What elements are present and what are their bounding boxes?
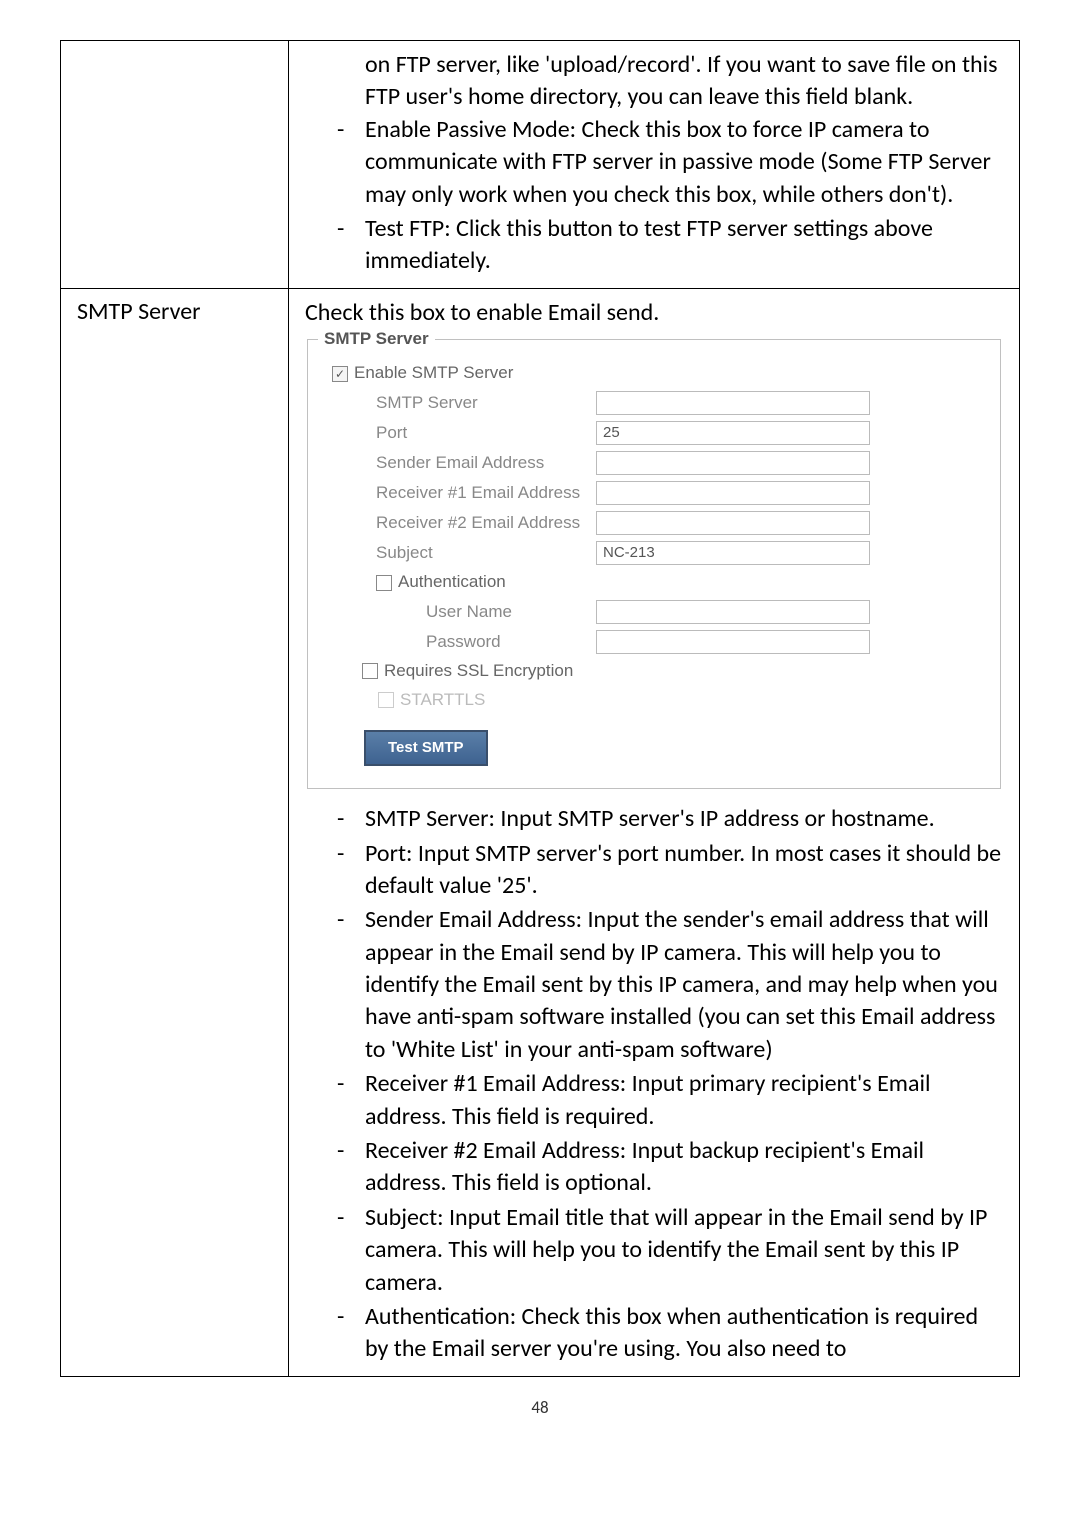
- bullet-sender: Sender Email Address: Input the sender's…: [337, 904, 1003, 1066]
- recv2-input[interactable]: [596, 511, 870, 535]
- ssl-checkbox[interactable]: [362, 663, 378, 679]
- auth-label: Authentication: [398, 571, 506, 594]
- row2-intro: Check this box to enable Email send.: [305, 297, 1003, 329]
- smtp-server-label: SMTP Server: [376, 392, 596, 415]
- ssl-row[interactable]: Requires SSL Encryption: [362, 660, 982, 683]
- bullet-recv1: Receiver #1 Email Address: Input primary…: [337, 1068, 1003, 1133]
- row1-left: [61, 41, 289, 289]
- user-label: User Name: [426, 601, 596, 624]
- page-number: 48: [60, 1377, 1020, 1418]
- row1-right: on FTP server, like 'upload/record'. If …: [289, 41, 1020, 289]
- recv1-input[interactable]: [596, 481, 870, 505]
- enable-smtp-row[interactable]: ✓ Enable SMTP Server: [332, 362, 982, 385]
- port-input[interactable]: 25: [596, 421, 870, 445]
- smtp-server-input[interactable]: [596, 391, 870, 415]
- smtp-legend: SMTP Server: [318, 328, 435, 351]
- doc-table: on FTP server, like 'upload/record'. If …: [60, 40, 1020, 1377]
- row1-bullet-testftp: Test FTP: Click this button to test FTP …: [337, 213, 1003, 278]
- row2-left: SMTP Server: [61, 288, 289, 1376]
- user-input[interactable]: [596, 600, 870, 624]
- smtp-panel: SMTP Server ✓ Enable SMTP Server SMTP Se…: [307, 339, 1001, 789]
- row2-right: Check this box to enable Email send. SMT…: [289, 288, 1020, 1376]
- starttls-checkbox: [378, 692, 394, 708]
- test-smtp-button[interactable]: Test SMTP: [364, 730, 488, 766]
- sender-label: Sender Email Address: [376, 452, 596, 475]
- starttls-row: STARTTLS: [378, 689, 982, 712]
- auth-row[interactable]: Authentication: [376, 571, 982, 594]
- enable-smtp-label: Enable SMTP Server: [354, 362, 513, 385]
- row1-continuation: on FTP server, like 'upload/record'. If …: [365, 49, 1003, 114]
- pass-label: Password: [426, 631, 596, 654]
- subject-label: Subject: [376, 542, 596, 565]
- bullet-subject: Subject: Input Email title that will app…: [337, 1202, 1003, 1299]
- bullet-recv2: Receiver #2 Email Address: Input backup …: [337, 1135, 1003, 1200]
- sender-input[interactable]: [596, 451, 870, 475]
- recv2-label: Receiver #2 Email Address: [376, 512, 596, 535]
- pass-input[interactable]: [596, 630, 870, 654]
- auth-checkbox[interactable]: [376, 575, 392, 591]
- starttls-label: STARTTLS: [400, 689, 485, 712]
- bullet-auth: Authentication: Check this box when auth…: [337, 1301, 1003, 1366]
- bullet-port: Port: Input SMTP server's port number. I…: [337, 838, 1003, 903]
- bullet-smtp-server: SMTP Server: Input SMTP server's IP addr…: [337, 803, 1003, 835]
- row1-bullet-passive: Enable Passive Mode: Check this box to f…: [337, 114, 1003, 211]
- subject-input[interactable]: NC-213: [596, 541, 870, 565]
- recv1-label: Receiver #1 Email Address: [376, 482, 596, 505]
- enable-smtp-checkbox[interactable]: ✓: [332, 366, 348, 382]
- ssl-label: Requires SSL Encryption: [384, 660, 573, 683]
- port-label: Port: [376, 422, 596, 445]
